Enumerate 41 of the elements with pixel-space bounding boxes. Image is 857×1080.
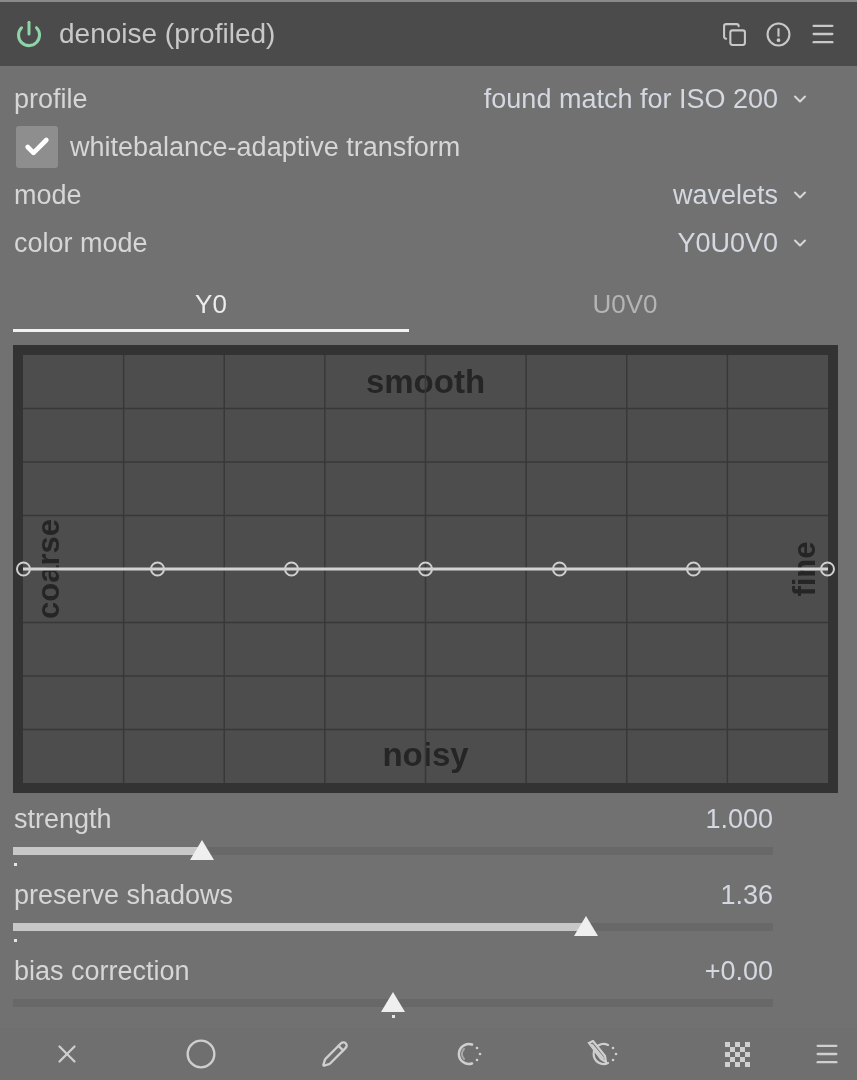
- slider-label: preserve shadows: [14, 878, 234, 912]
- tab[interactable]: U0V0: [412, 280, 838, 332]
- default-marker-icon: [14, 863, 17, 866]
- dropdown[interactable]: Y0U0V0: [677, 222, 810, 264]
- slider-label: strength: [14, 802, 112, 836]
- curve-node[interactable]: [686, 561, 701, 577]
- slider-track[interactable]: [13, 840, 773, 868]
- slider-value: 1.000: [705, 802, 773, 836]
- dropdown[interactable]: found match for ISO 200: [483, 78, 810, 120]
- checkbox[interactable]: [16, 126, 58, 168]
- checkerboard-icon: [723, 1040, 751, 1068]
- copy-icon: [721, 21, 747, 47]
- slider-value: +0.00: [704, 954, 773, 988]
- tab[interactable]: Y0: [13, 280, 409, 332]
- module-title: denoise (profiled): [59, 17, 276, 51]
- curve-node[interactable]: [552, 561, 567, 577]
- circle-icon: [185, 1038, 217, 1070]
- curve-node[interactable]: [150, 561, 165, 577]
- checkbox-label: whitebalance-adaptive transform: [70, 130, 461, 164]
- pencil-icon: [321, 1040, 349, 1068]
- pencil-circle-icon: [586, 1040, 620, 1068]
- curve-node[interactable]: [284, 561, 299, 577]
- power-icon[interactable]: [15, 20, 43, 48]
- slider-thumb[interactable]: [574, 916, 599, 936]
- curve-node[interactable]: [820, 561, 835, 577]
- slider-thumb[interactable]: [381, 992, 405, 1012]
- setting-label: profile: [14, 82, 88, 116]
- dropdown[interactable]: wavelets: [672, 174, 810, 216]
- curve-node[interactable]: [418, 561, 433, 577]
- setting-label: color mode: [14, 226, 148, 260]
- info-icon: [765, 21, 791, 47]
- default-marker-icon: [14, 939, 17, 942]
- slider-track[interactable]: [13, 992, 773, 1020]
- slider-thumb[interactable]: [190, 840, 215, 860]
- setting-label: mode: [14, 178, 82, 212]
- default-marker-icon: [392, 1015, 395, 1018]
- slider-label: bias correction: [14, 954, 190, 988]
- slider-track[interactable]: [13, 916, 773, 944]
- curve-node[interactable]: [16, 561, 31, 577]
- partial-circle-icon: [455, 1040, 483, 1068]
- slider-value: 1.36: [720, 878, 773, 912]
